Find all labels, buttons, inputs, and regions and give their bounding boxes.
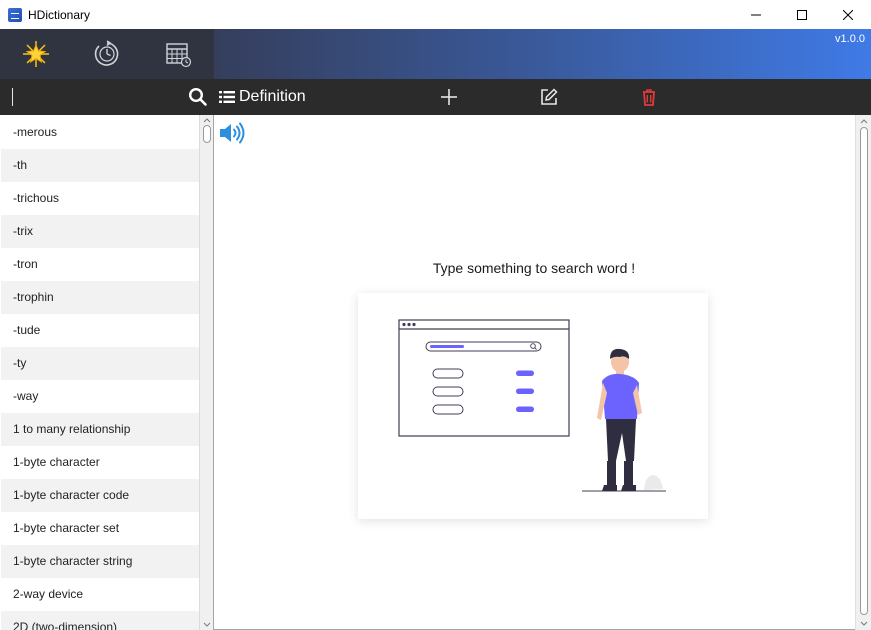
- edit-icon: [541, 88, 558, 105]
- title-bar: HDictionary: [0, 0, 871, 29]
- trash-icon: [643, 89, 655, 106]
- definition-panel: Type something to search word !: [214, 115, 871, 630]
- scroll-down-icon[interactable]: [860, 621, 868, 627]
- scroll-up-icon[interactable]: [860, 118, 868, 124]
- add-word-button[interactable]: [439, 87, 459, 107]
- pronounce-button[interactable]: [218, 121, 246, 145]
- list-item[interactable]: 2D (two-dimension): [1, 611, 199, 630]
- list-item[interactable]: -tude: [1, 314, 199, 347]
- word-list: -merous -th -trichous -trix -tron -trophin -tu…: [1, 116, 199, 630]
- empty-state-illustration: [358, 293, 708, 519]
- list-item[interactable]: 1-byte character string: [1, 545, 199, 578]
- history-button[interactable]: [71, 29, 142, 79]
- star-icon: [22, 41, 49, 67]
- window-controls: [733, 0, 871, 29]
- scrollbar-thumb[interactable]: [860, 127, 868, 615]
- calendar-icon: [165, 43, 191, 68]
- word-list-panel: -merous -th -trichous -trix -tron -trophin -tu…: [0, 115, 214, 630]
- list-item[interactable]: -trichous: [1, 182, 199, 215]
- window-title: HDictionary: [28, 7, 91, 22]
- toolbar: Definition: [0, 79, 871, 115]
- search-illustration: [398, 319, 666, 492]
- list-item[interactable]: -trix: [1, 215, 199, 248]
- minimize-button[interactable]: [733, 0, 779, 29]
- list-item[interactable]: 1-byte character: [1, 446, 199, 479]
- nav-bar: [0, 29, 214, 79]
- scroll-down-icon[interactable]: [203, 622, 211, 628]
- plus-icon: [441, 89, 457, 105]
- maximize-button[interactable]: [779, 0, 825, 29]
- list-item[interactable]: -th: [1, 149, 199, 182]
- definition-tab[interactable]: Definition: [219, 85, 306, 109]
- search-icon: [188, 87, 207, 106]
- edit-word-button[interactable]: [539, 87, 559, 107]
- list-item[interactable]: -way: [1, 380, 199, 413]
- scroll-up-icon[interactable]: [203, 117, 211, 123]
- definition-scrollbar[interactable]: [855, 115, 871, 630]
- list-item[interactable]: 1 to many relationship: [1, 413, 199, 446]
- definition-label: Definition: [239, 88, 306, 105]
- list-item[interactable]: 2-way device: [1, 578, 199, 611]
- search-input[interactable]: [6, 84, 184, 110]
- maximize-icon: [797, 9, 807, 20]
- close-icon: [843, 9, 853, 20]
- list-item[interactable]: 1-byte character code: [1, 479, 199, 512]
- favorites-button[interactable]: [0, 29, 71, 79]
- list-item[interactable]: -tron: [1, 248, 199, 281]
- version-label: v1.0.0: [835, 33, 865, 45]
- search-button[interactable]: [188, 87, 208, 107]
- app-icon: [8, 7, 22, 22]
- speaker-icon: [220, 122, 245, 144]
- minimize-icon: [751, 14, 761, 15]
- close-button[interactable]: [825, 0, 871, 29]
- header-banner: v1.0.0: [214, 29, 871, 79]
- list-item[interactable]: -trophin: [1, 281, 199, 314]
- scrollbar-thumb[interactable]: [203, 125, 211, 143]
- list-item[interactable]: -merous: [1, 116, 199, 149]
- calendar-button[interactable]: [142, 29, 213, 79]
- delete-word-button[interactable]: [639, 87, 659, 107]
- word-list-scrollbar[interactable]: [199, 115, 213, 630]
- empty-state-message: Type something to search word !: [432, 260, 636, 276]
- text-caret: [12, 88, 13, 106]
- history-clock-icon: [94, 40, 118, 66]
- list-item[interactable]: -ty: [1, 347, 199, 380]
- list-item[interactable]: 1-byte character set: [1, 512, 199, 545]
- list-icon: [219, 91, 235, 103]
